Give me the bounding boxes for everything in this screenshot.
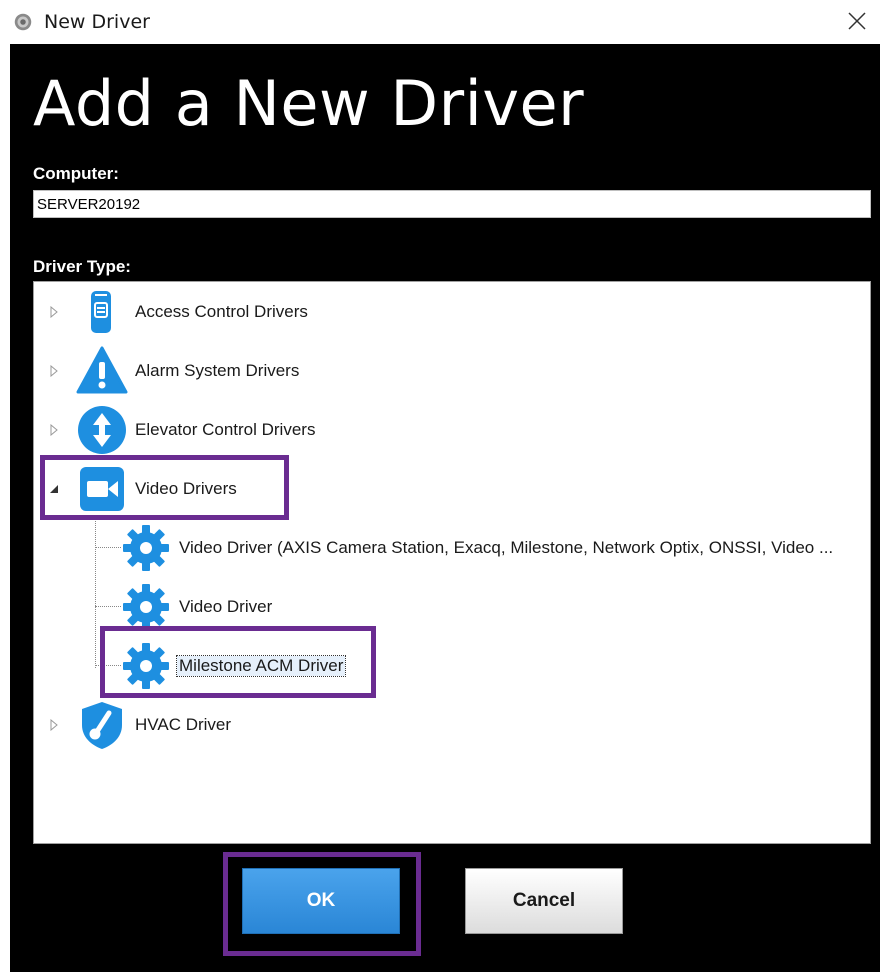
- video-camera-icon: [80, 467, 124, 511]
- tree-connector: [95, 547, 121, 548]
- gear-icon: [123, 643, 169, 689]
- tree-connector: [95, 518, 96, 668]
- access-card-icon: [91, 291, 111, 333]
- tree-item-access-control[interactable]: Access Control Drivers: [34, 286, 870, 338]
- tree-item-video[interactable]: Video Drivers: [34, 463, 870, 515]
- tree-connector: [95, 665, 121, 666]
- tree-item-label: Video Drivers: [135, 479, 237, 498]
- close-button[interactable]: [834, 0, 880, 44]
- driver-type-label: Driver Type:: [33, 257, 131, 276]
- tree-item-label: Alarm System Drivers: [135, 361, 300, 380]
- window-title: New Driver: [44, 11, 150, 33]
- expand-arrow-icon[interactable]: [48, 424, 60, 436]
- tree-item-hvac[interactable]: HVAC Driver: [34, 699, 870, 751]
- gear-icon: [123, 525, 169, 571]
- driver-type-tree[interactable]: Access Control Drivers Alarm System Driv…: [33, 281, 871, 844]
- title-bar: New Driver: [0, 0, 880, 44]
- tree-item-label: Video Driver (AXIS Camera Station, Exacq…: [179, 538, 834, 557]
- tree-connector: [95, 606, 121, 607]
- tree-item-elevator-control[interactable]: Elevator Control Drivers: [34, 404, 870, 456]
- tree-item-label: Milestone ACM Driver: [175, 655, 347, 677]
- tree-item-video-driver[interactable]: Video Driver: [120, 581, 870, 633]
- gear-icon: [123, 584, 169, 630]
- tree-item-milestone-acm-driver[interactable]: Milestone ACM Driver: [120, 640, 870, 692]
- tree-item-label: Access Control Drivers: [135, 302, 308, 321]
- thermometer-shield-icon: [82, 702, 122, 749]
- elevator-icon: [78, 406, 126, 454]
- close-icon: [848, 12, 866, 30]
- page-title: Add a New Driver: [33, 67, 585, 140]
- tree-item-label: Video Driver: [179, 597, 273, 616]
- expand-arrow-icon[interactable]: [48, 306, 60, 318]
- tree-item-label: HVAC Driver: [135, 715, 232, 734]
- tree-item-label: Elevator Control Drivers: [135, 420, 316, 439]
- computer-field[interactable]: [33, 190, 871, 218]
- expand-arrow-icon[interactable]: [48, 365, 60, 377]
- computer-label: Computer:: [33, 164, 119, 183]
- gear-icon: [14, 13, 32, 31]
- ok-button[interactable]: OK: [242, 868, 400, 934]
- expand-arrow-icon[interactable]: [48, 719, 60, 731]
- cancel-button[interactable]: Cancel: [465, 868, 623, 934]
- tree-item-video-driver-multi[interactable]: Video Driver (AXIS Camera Station, Exacq…: [120, 522, 870, 574]
- collapse-arrow-icon[interactable]: [48, 483, 60, 495]
- tree-item-alarm-system[interactable]: Alarm System Drivers: [34, 345, 870, 397]
- warning-icon: [76, 346, 128, 394]
